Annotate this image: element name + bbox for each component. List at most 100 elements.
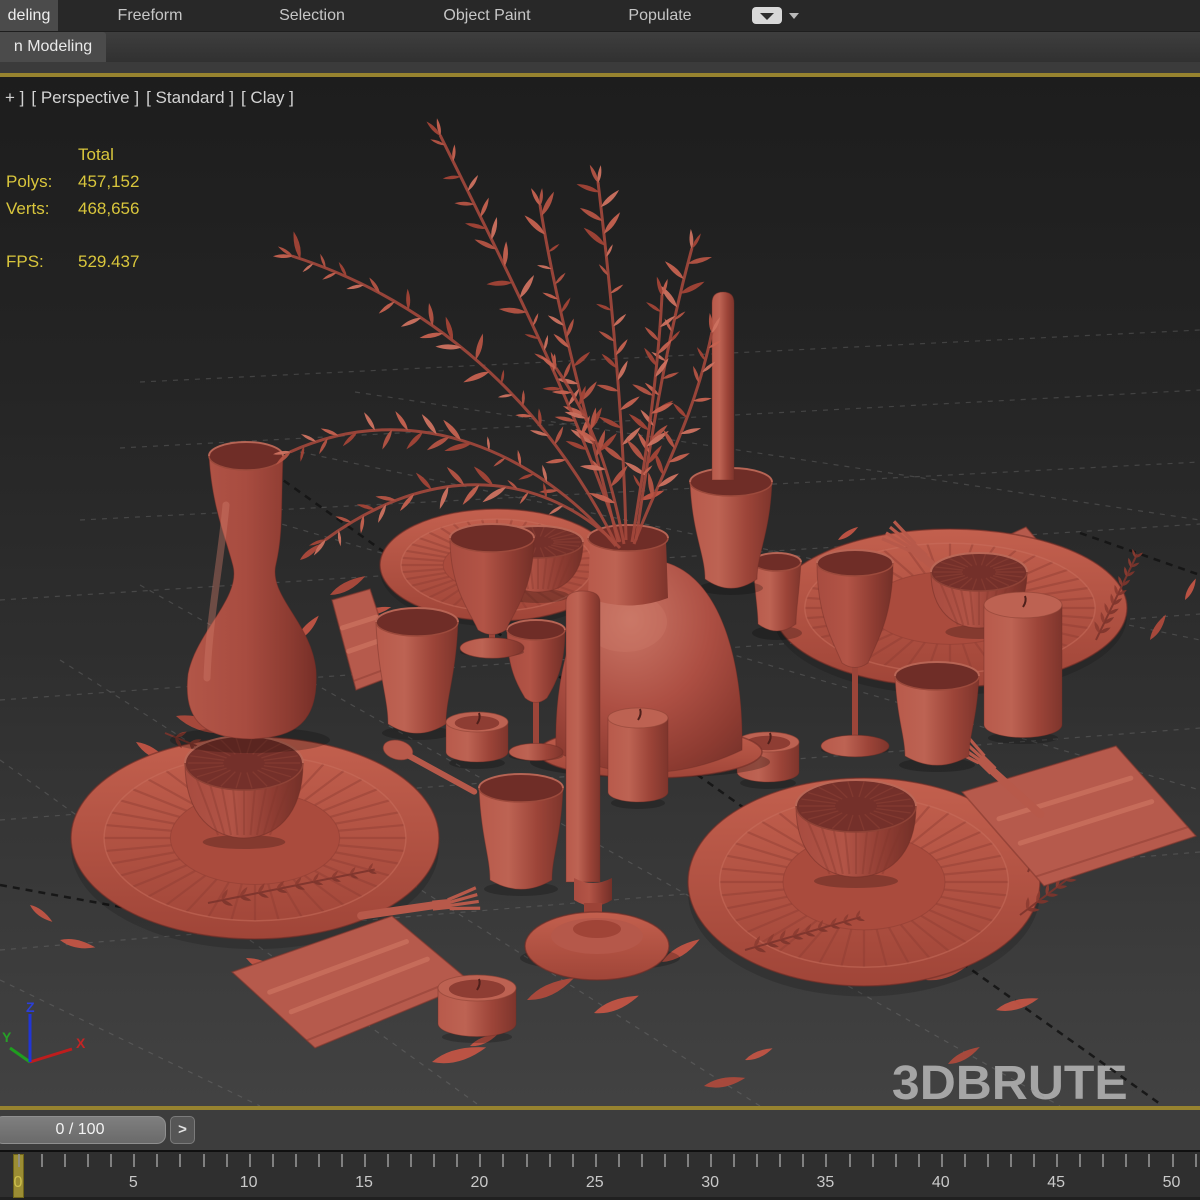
candlestick-with-taper[interactable] [520,591,680,980]
ruler-tick [179,1154,181,1167]
ruler-tick [87,1154,89,1167]
leaf-sprig[interactable] [1013,840,1118,922]
ruler-tick [549,1154,551,1167]
napkin[interactable] [232,916,472,1048]
ruler-tick [1056,1154,1058,1167]
fork[interactable] [360,888,480,933]
panel-tab-polygon-modeling[interactable]: n Modeling [0,32,106,62]
fluted-bowl[interactable] [931,553,1027,639]
napkin[interactable] [332,589,398,690]
leaf-sprig[interactable] [206,862,379,912]
carafe[interactable] [170,442,330,753]
votive-cup[interactable] [752,553,802,640]
ruler-tick [1102,1154,1104,1167]
wine-glass[interactable] [817,550,893,757]
viewport-menu-shading[interactable]: [ Clay ] [241,88,294,107]
stats-fps-value: 529.437 [78,248,139,275]
fork[interactable] [882,521,974,594]
ruler-frame-label: 40 [921,1174,961,1192]
votive-cup[interactable] [479,774,563,896]
votive-cup[interactable] [376,608,458,740]
clay-scene [0,77,1200,1106]
ruler-tick [203,1154,205,1167]
viewport-menu-renderer[interactable]: [ Standard ] [146,88,234,107]
scattered-leaves[interactable] [28,489,1198,1090]
ruler-frame-label: 25 [575,1174,615,1192]
tab-freeform[interactable]: Freeform [100,0,200,31]
stats-header: Total [78,141,114,168]
ruler-tick [687,1154,689,1167]
ruler-frame-label: 45 [1036,1174,1076,1192]
plate[interactable] [688,778,1040,996]
viewport-menu-general[interactable]: + ] [5,88,24,107]
ruler-frame-label: 35 [805,1174,845,1192]
ruler-tick [918,1154,920,1167]
ruler-tick [64,1154,66,1167]
ruler-frame-label: 10 [229,1174,269,1192]
wine-glass[interactable] [507,620,565,761]
tab-object-paint[interactable]: Object Paint [422,0,552,31]
ruler-tick [756,1154,758,1167]
fluted-bowl[interactable] [796,780,916,888]
ruler-tick [433,1154,435,1167]
leaf-sprig[interactable] [1086,546,1151,644]
leaf-sprig[interactable] [161,723,300,800]
pillar-candle[interactable] [984,592,1062,744]
perspective-viewport[interactable]: 3DBRUTE [0,77,1200,1106]
tab-selection[interactable]: Selection [262,0,362,31]
ruler-tick [618,1154,620,1167]
votive-cup[interactable] [895,662,979,772]
tab-populate[interactable]: Populate [610,0,710,31]
z-axis-label: Z [26,1002,35,1015]
ruler-tick [941,1154,943,1167]
tealight-candle[interactable] [446,712,508,769]
ruler-tick [249,1154,251,1167]
stats-verts-label: Verts: [6,195,78,222]
ruler-tick [733,1154,735,1167]
track-bar-ruler[interactable]: 05101520253035404550 [0,1150,1200,1200]
ruler-tick [849,1154,851,1167]
ruler-tick [295,1154,297,1167]
fork[interactable] [952,733,1052,817]
ruler-tick [156,1154,158,1167]
napkin[interactable] [874,527,1066,650]
plate[interactable] [71,737,439,949]
dome-vase[interactable] [530,525,770,778]
ribbon-panel-row: n Modeling [0,32,1200,62]
fluted-bowl[interactable] [185,736,303,849]
ruler-tick [1125,1154,1127,1167]
ruler-tick [1033,1154,1035,1167]
ribbon-minimize-icon[interactable] [752,7,782,24]
dropdown-caret-icon[interactable] [789,13,799,19]
tealight-candle[interactable] [438,975,516,1043]
pillar-candle[interactable] [608,708,668,809]
tab-modeling[interactable]: deling [0,0,58,31]
plate[interactable] [773,529,1127,695]
next-frame-button[interactable]: > [170,1116,195,1144]
taper-candle[interactable] [712,292,734,480]
dried-plant[interactable] [273,118,722,556]
fluted-bowl[interactable] [493,526,583,603]
wine-glass[interactable] [450,524,534,658]
ruler-tick [410,1154,412,1167]
napkin[interactable] [962,746,1196,886]
tealight-candle[interactable] [737,732,799,789]
ruler-tick [526,1154,528,1167]
ruler-tick [641,1154,643,1167]
leaf-sprig[interactable] [1017,762,1079,876]
toolbar-spacer [0,62,1200,73]
ruler-tick [456,1154,458,1167]
stats-polys-value: 457,152 [78,168,139,195]
time-slider[interactable]: 0 / 100 [0,1116,166,1144]
viewport-menu-pov[interactable]: [ Perspective ] [31,88,139,107]
votive-cup[interactable] [690,468,772,595]
ribbon-menubar: deling Freeform Selection Object Paint P… [0,0,1200,32]
stats-polys-label: Polys: [6,168,78,195]
3ds-max-window: deling Freeform Selection Object Paint P… [0,0,1200,1200]
ruler-tick [710,1154,712,1167]
plate[interactable] [380,509,614,627]
ruler-tick [1172,1154,1174,1167]
spoon[interactable] [378,737,482,792]
leaf-sprig[interactable] [742,909,867,959]
ruler-frame-label: 5 [113,1174,153,1192]
